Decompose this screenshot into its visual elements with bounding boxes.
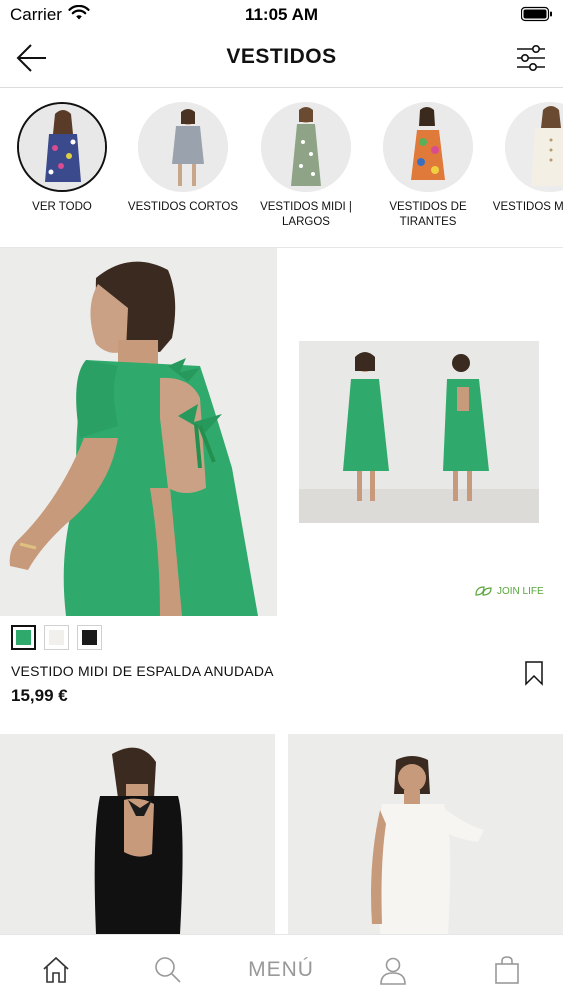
color-swatches [11, 625, 102, 650]
category-vestidos-manga[interactable]: VESTIDOS MANGA C [490, 102, 563, 215]
user-icon [380, 957, 406, 985]
clock: 11:05 AM [244, 5, 319, 24]
bag-icon [495, 956, 519, 984]
join-life-badge: JOIN LIFE [474, 585, 544, 597]
category-label: VESTIDOS DE TIRANTES [389, 201, 467, 228]
category-label: VER TODO [32, 201, 92, 213]
product-price: 15,99 € [11, 686, 68, 705]
tab-bag[interactable] [489, 953, 525, 987]
white-dress-photo [288, 734, 563, 934]
status-bar: Carrier 11:05 AM [0, 0, 563, 30]
product-hero-image[interactable] [0, 248, 277, 616]
category-label: VESTIDOS CORTOS [127, 201, 239, 213]
swatch-white[interactable] [44, 625, 69, 650]
category-label: VESTIDOS MANGA C [492, 201, 563, 213]
black-dress-photo [0, 734, 275, 934]
product-name[interactable]: VESTIDO MIDI DE ESPALDA ANUDADA [11, 663, 274, 679]
sliders-icon [517, 45, 545, 71]
swatch-black[interactable] [77, 625, 102, 650]
bookmark-icon [525, 661, 543, 686]
category-ver-todo[interactable]: VER TODO [2, 102, 122, 215]
category-vestidos-cortos[interactable]: VESTIDOS CORTOS [123, 102, 243, 215]
category-thumbnail [505, 102, 563, 192]
search-icon [155, 957, 181, 983]
bookmark-button[interactable] [523, 660, 545, 686]
tab-menu[interactable]: MENÚ [240, 953, 322, 987]
category-vestidos-de-tirantes[interactable]: VESTIDOS DE TIRANTES [368, 102, 488, 230]
tab-search[interactable] [150, 953, 186, 987]
leaf-icon [475, 586, 492, 596]
battery-icon [520, 6, 553, 27]
category-thumbnail [17, 102, 107, 192]
product-secondary-image[interactable] [299, 341, 539, 523]
product-card-white-dress[interactable] [288, 734, 563, 934]
dress-front-back-photo [299, 341, 539, 523]
product-card-black-dress[interactable] [0, 734, 275, 934]
filter-button[interactable] [513, 40, 549, 76]
category-carousel[interactable]: VER TODO VESTIDOS CORTOS VESTIDOS MIDI |… [0, 88, 563, 248]
join-life-label: JOIN LIFE [497, 585, 544, 597]
page-title: VESTIDOS [226, 45, 337, 68]
tab-account[interactable] [375, 953, 411, 987]
tab-home[interactable] [38, 953, 74, 987]
dress-back-photo [0, 248, 277, 616]
category-thumbnail [138, 102, 228, 192]
category-label: VESTIDOS MIDI | LARGOS [260, 201, 352, 228]
category-thumbnail [261, 102, 351, 192]
header: VESTIDOS [0, 30, 563, 88]
home-icon [43, 956, 69, 983]
category-thumbnail [383, 102, 473, 192]
swatch-green[interactable] [11, 625, 36, 650]
category-vestidos-midi-largos[interactable]: VESTIDOS MIDI | LARGOS [246, 102, 366, 230]
tab-bar: MENÚ [0, 934, 563, 1000]
